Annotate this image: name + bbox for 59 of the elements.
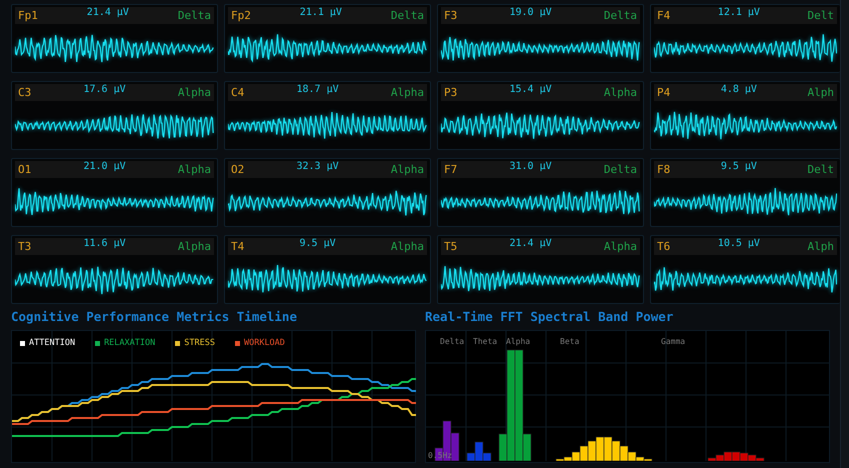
channel-name: F7: [444, 163, 458, 176]
band-label: Alph: [808, 86, 834, 99]
channel-name: Fp2: [231, 9, 251, 22]
amplitude-reading: 31.0 µV: [509, 161, 552, 172]
channel-name: C4: [231, 86, 244, 99]
amplitude-reading: 19.0 µV: [509, 7, 552, 18]
amplitude-reading: 21.4 µV: [86, 7, 129, 18]
channel-name: T3: [18, 240, 32, 253]
band-label: Alpha: [604, 240, 637, 253]
band-label: Delta: [390, 9, 424, 22]
legend-label: WORKLOAD: [244, 338, 285, 348]
amplitude-reading: 21.0 µV: [83, 161, 126, 172]
band-label: Delt: [808, 9, 834, 22]
channel-name: F4: [657, 9, 670, 22]
channel-name: T5: [444, 240, 458, 253]
band-name: Alpha: [506, 337, 530, 346]
band-label: Alpha: [390, 240, 424, 253]
amplitude-reading: 9.5 µV: [720, 161, 757, 172]
band-label: Alpha: [390, 86, 424, 99]
amplitude-reading: 11.6 µV: [83, 238, 126, 249]
channel-name: F8: [657, 163, 670, 176]
channel-name: O1: [18, 163, 32, 176]
amplitude-reading: 9.5 µV: [300, 238, 336, 249]
band-name: Theta: [473, 337, 498, 346]
amplitude-reading: 10.5 µV: [718, 238, 760, 249]
channel-name: O2: [231, 163, 244, 176]
chart-title: Cognitive Performance Metrics Timeline: [11, 309, 298, 326]
amplitude-reading: 17.6 µV: [83, 84, 126, 95]
band-name: Gamma: [661, 337, 686, 346]
band-label: Alpha: [178, 163, 211, 176]
band-label: Alpha: [178, 86, 211, 99]
legend-label: ATTENTION: [29, 338, 76, 348]
channel-name: T4: [231, 240, 244, 253]
channel-name: C3: [18, 86, 32, 99]
channel-name: P3: [444, 86, 458, 99]
amplitude-reading: 18.7 µV: [296, 84, 339, 95]
amplitude-reading: 32.3 µV: [296, 161, 339, 172]
amplitude-reading: 12.1 µV: [718, 7, 760, 18]
band-name: Delta: [440, 337, 464, 346]
band-label: Alpha: [604, 86, 637, 99]
channel-name: T6: [657, 240, 670, 253]
band-label: Alpha: [178, 240, 211, 253]
amplitude-reading: 4.8 µV: [720, 84, 757, 95]
band-label: Delta: [604, 163, 637, 176]
band-label: Alpha: [390, 163, 424, 176]
channel-name: Fp1: [18, 9, 38, 22]
legend-label: RELAXATION: [104, 338, 156, 348]
band-name: Beta: [560, 337, 580, 346]
band-label: Delt: [808, 163, 834, 176]
channel-name: P4: [657, 86, 670, 99]
band-label: Alph: [808, 240, 834, 253]
amplitude-reading: 21.4 µV: [509, 238, 552, 249]
chart-title: Real-Time FFT Spectral Band Power: [425, 309, 674, 326]
band-label: Delta: [604, 9, 637, 22]
channel-name: F3: [444, 9, 458, 22]
band-label: Delta: [178, 9, 211, 22]
legend-label: STRESS: [184, 338, 215, 348]
amplitude-reading: 15.4 µV: [509, 84, 552, 95]
amplitude-reading: 21.1 µV: [300, 7, 342, 18]
